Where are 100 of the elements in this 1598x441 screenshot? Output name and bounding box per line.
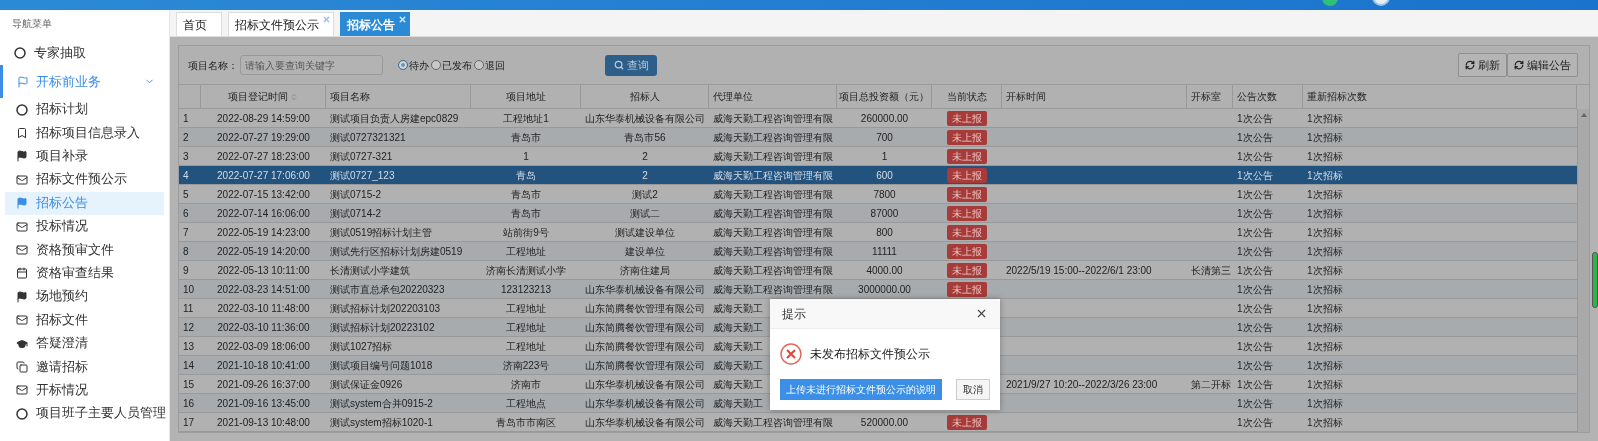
table-cell-text: 青岛 [516,168,536,183]
table-cell-text: 工程地址1 [503,111,549,126]
table-cell-text: 600 [876,168,893,183]
table-cell-text: 1次招标 [1307,415,1343,430]
status-badge: 未上报 [947,243,987,259]
table-cell-text: 1次公告 [1237,339,1273,354]
table-cell-text: 威海天勤工 [713,339,763,354]
table-cell-text: 1次公告 [1237,263,1273,278]
table-cell-text: 2 [642,168,648,183]
table-cell-text: 威海天勤工 [713,377,763,392]
table-cell-text: 威海天勤工程咨询管理有限 [713,206,833,221]
table-cell-text: 1次公告 [1237,149,1273,164]
table-cell-text: 工程地点 [506,396,546,411]
table-cell-text: 2022/5/19 15:00--2022/6/1 23:00 [1006,263,1152,278]
row-number: 14 [182,358,196,373]
table-cell-text: 260000.00 [860,111,909,126]
status-badge: 未上报 [947,224,987,240]
table-cell-text: 测试0519招标计划主管 [330,225,433,240]
table-cell-text: 山东简腾餐饮管理有限公司 [585,320,705,335]
table-cell-text: 威海天勤工程咨询管理有限 [713,244,833,259]
table-cell-text: 1次招标 [1307,149,1343,164]
status-badge: 未上报 [947,129,987,145]
table-cell-text: 1次公告 [1237,244,1273,259]
table-cell-text: 4000.00 [866,263,903,278]
table-cell-text: 1次招标 [1307,168,1343,183]
table-cell-text: 青岛市 [511,130,541,145]
table-cell-text: 1次招标 [1307,244,1343,259]
table-cell-text: 威海天勤工程咨询管理有限 [713,263,833,278]
table-cell-text: 威海天勤工 [713,320,763,335]
table-cell-text: 1次公告 [1237,320,1273,335]
table-cell-text: 1次公告 [1237,377,1273,392]
row-number: 12 [182,320,196,335]
row-number: 15 [182,377,196,392]
row-number: 3 [182,149,190,164]
table-cell-text: 青岛市市南区 [496,415,556,430]
table-cell-text: 1次公告 [1237,282,1273,297]
table-cell-text: 2022-03-09 18:06:00 [217,339,310,354]
table-cell-text: 2021-09-26 16:37:00 [217,377,310,392]
table-cell-text: 山东华泰机械设备有限公司 [585,111,705,126]
table-cell-text: 测试项目负责人房建epc0829 [330,111,459,126]
table-cell-text: 1次招标 [1307,320,1343,335]
table-cell-text: 1次公告 [1237,111,1273,126]
nav-group-label: 开标前业务 [36,72,102,91]
table-cell-text: 2022-05-13 10:11:00 [217,263,310,278]
table-cell-text: 1次公告 [1237,187,1273,202]
table-cell-text: 2022-03-10 11:48:00 [217,301,310,316]
dialog-title: 提示 [782,305,806,323]
table-cell-text: 站前街9号 [503,225,549,240]
table-cell-text: 1次公告 [1237,358,1273,373]
table-cell-text: 工程地址 [506,339,546,354]
table-cell-text: 2021-10-18 10:41:00 [217,358,310,373]
row-number: 10 [182,282,196,297]
table-cell-text: 2022-07-27 18:23:00 [217,149,310,164]
table-cell-text: 2022-07-27 19:29:00 [217,130,310,145]
status-badge: 未上报 [947,281,987,297]
table-cell-text: 1次招标 [1307,282,1343,297]
table-cell-text: 7800 [873,187,896,202]
table-cell-text: 威海天勤工 [713,301,763,316]
table-cell-text: 1次招标 [1307,111,1343,126]
table-cell-text: 山东简腾餐饮管理有限公司 [585,358,705,373]
table-cell-text: 1次公告 [1237,415,1273,430]
table-cell-text: 威海天勤工程咨询管理有限 [713,187,833,202]
table-cell-text: 威海天勤工程咨询管理有限 [713,225,833,240]
table-cell-text: 测试0727321321 [330,130,406,145]
row-number: 16 [182,396,196,411]
status-badge: 未上报 [947,110,987,126]
table-cell-text: 建设单位 [625,244,665,259]
table-cell-text: 山东简腾餐饮管理有限公司 [585,339,705,354]
table-cell-text: 测试项目编号问题1018 [330,358,433,373]
table-cell-text: 3000000.00 [858,282,911,297]
table-cell-text: 700 [876,130,893,145]
table-cell-text: 测试0727-321 [330,149,393,164]
table-cell-text: 1 [523,149,529,164]
table-cell-text: 2021/9/27 10:20--2022/3/26 23:00 [1006,377,1158,392]
table-cell-text: 123123213 [500,282,552,297]
table-cell-text: 2022-05-19 14:20:00 [217,244,310,259]
table-cell-text: 1次公告 [1237,225,1273,240]
table-cell-text: 11111 [872,244,897,259]
table-cell-text: 测试建设单位 [615,225,675,240]
row-number: 8 [182,244,190,259]
status-badge: 未上报 [947,205,987,221]
row-number: 6 [182,206,190,221]
table-cell-text: 1次招标 [1307,339,1343,354]
table-cell-text: 1次招标 [1307,206,1343,221]
table-cell-text: 山东华泰机械设备有限公司 [585,415,705,430]
table-cell-text: 2022-07-15 13:42:00 [217,187,310,202]
status-badge: 未上报 [947,167,987,183]
table-cell-text: 工程地址 [506,244,546,259]
table-cell-text: 测试0715-2 [330,187,382,202]
table-cell-text: 1次公告 [1237,301,1273,316]
table-cell-text: 威海天勤工程咨询管理有限 [713,130,833,145]
table-cell-text: 济南长清测试小学 [486,263,566,278]
row-number: 4 [182,168,190,183]
table-cell-text: 测试二 [630,206,660,221]
table-cell-text: 威海天勤工 [713,358,763,373]
status-badge: 未上报 [947,186,987,202]
table-cell-text: 测试招标计划202203103 [330,301,441,316]
search-label: 项目名称： [188,58,238,73]
table-cell-text: 济南223号 [502,358,550,373]
table-cell-text: 2 [642,149,648,164]
